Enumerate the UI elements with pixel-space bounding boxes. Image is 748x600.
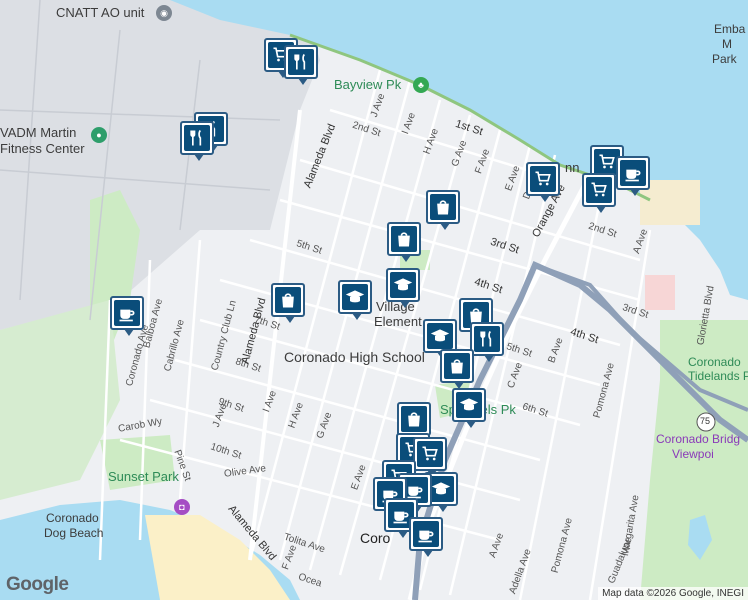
- label-emb-2: M: [722, 37, 732, 51]
- restaurant-icon: [288, 49, 314, 75]
- school-marker[interactable]: [452, 388, 486, 428]
- school-marker[interactable]: [338, 280, 372, 320]
- label-tidelands-2: Tidelands P: [688, 369, 748, 383]
- label-cnatt: CNATT AO unit: [56, 5, 145, 20]
- label-elementary: Element: [374, 314, 422, 329]
- label-bayview: Bayview Pk: [334, 77, 402, 92]
- shopping-bag-icon: [401, 406, 427, 432]
- restaurant-icon: [184, 125, 210, 151]
- label-sunset: Sunset Park: [108, 469, 179, 484]
- shopping-cart-icon: [586, 177, 612, 203]
- shopping-bag-icon: [391, 226, 417, 252]
- coffee-icon: [413, 521, 439, 547]
- shopping-cart-icon: [530, 166, 556, 192]
- restaurant-icon: [474, 326, 500, 352]
- school-icon: [342, 284, 368, 310]
- label-bridge-2: Viewpoi: [672, 447, 714, 461]
- coffee-marker[interactable]: [616, 156, 650, 196]
- label-emb-1: Emba: [714, 22, 746, 36]
- school-icon: [456, 392, 482, 418]
- shopping-cart-marker[interactable]: [582, 173, 616, 213]
- coffee-icon: [620, 160, 646, 186]
- map-attribution[interactable]: Map data ©2026 Google, INEGI: [598, 587, 748, 600]
- shopping-bag-marker[interactable]: [426, 190, 460, 230]
- camera-icon: ◘: [174, 499, 190, 515]
- shopping-cart-marker[interactable]: [413, 437, 447, 477]
- route-75-label: 75: [700, 416, 711, 426]
- label-coronado-town: Coro: [360, 530, 391, 546]
- shopping-bag-marker[interactable]: [271, 283, 305, 323]
- school-icon: [427, 323, 453, 349]
- shopping-cart-marker[interactable]: [526, 162, 560, 202]
- fitness-icon: ●: [91, 127, 107, 143]
- school-marker[interactable]: [386, 268, 420, 308]
- label-fitness: Fitness Center: [0, 141, 85, 156]
- shopping-bag-marker[interactable]: [397, 402, 431, 442]
- restaurant-marker[interactable]: [180, 121, 214, 161]
- label-high-school: Coronado High School: [284, 349, 425, 365]
- label-tidelands-1: Coronado: [688, 355, 741, 369]
- restaurant-marker[interactable]: [284, 45, 318, 85]
- coffee-marker[interactable]: [110, 296, 144, 336]
- label-emb-3: Park: [712, 52, 737, 66]
- coffee-marker[interactable]: [409, 517, 443, 557]
- shopping-bag-icon: [430, 194, 456, 220]
- shopping-bag-icon: [444, 353, 470, 379]
- google-logo: Google: [6, 574, 69, 595]
- school-marker[interactable]: [423, 319, 457, 359]
- label-penny: nn: [565, 160, 580, 175]
- coffee-icon: [114, 300, 140, 326]
- restaurant-marker[interactable]: [470, 322, 504, 362]
- park-icon: ♣: [413, 77, 429, 93]
- shopping-bag-icon: [275, 287, 301, 313]
- cnatt-icon: ◉: [156, 5, 172, 21]
- label-bridge-1: Coronado Bridg: [656, 432, 741, 446]
- label-dog-beach-2: Dog Beach: [44, 526, 104, 540]
- shopping-cart-icon: [417, 441, 443, 467]
- label-martin: VADM Martin: [0, 125, 77, 140]
- hospital-area: [645, 275, 675, 310]
- label-dog-beach-1: Coronado: [46, 511, 99, 525]
- shopping-bag-marker[interactable]: [387, 222, 421, 262]
- shopping-bag-marker[interactable]: [440, 349, 474, 389]
- school-icon: [390, 272, 416, 298]
